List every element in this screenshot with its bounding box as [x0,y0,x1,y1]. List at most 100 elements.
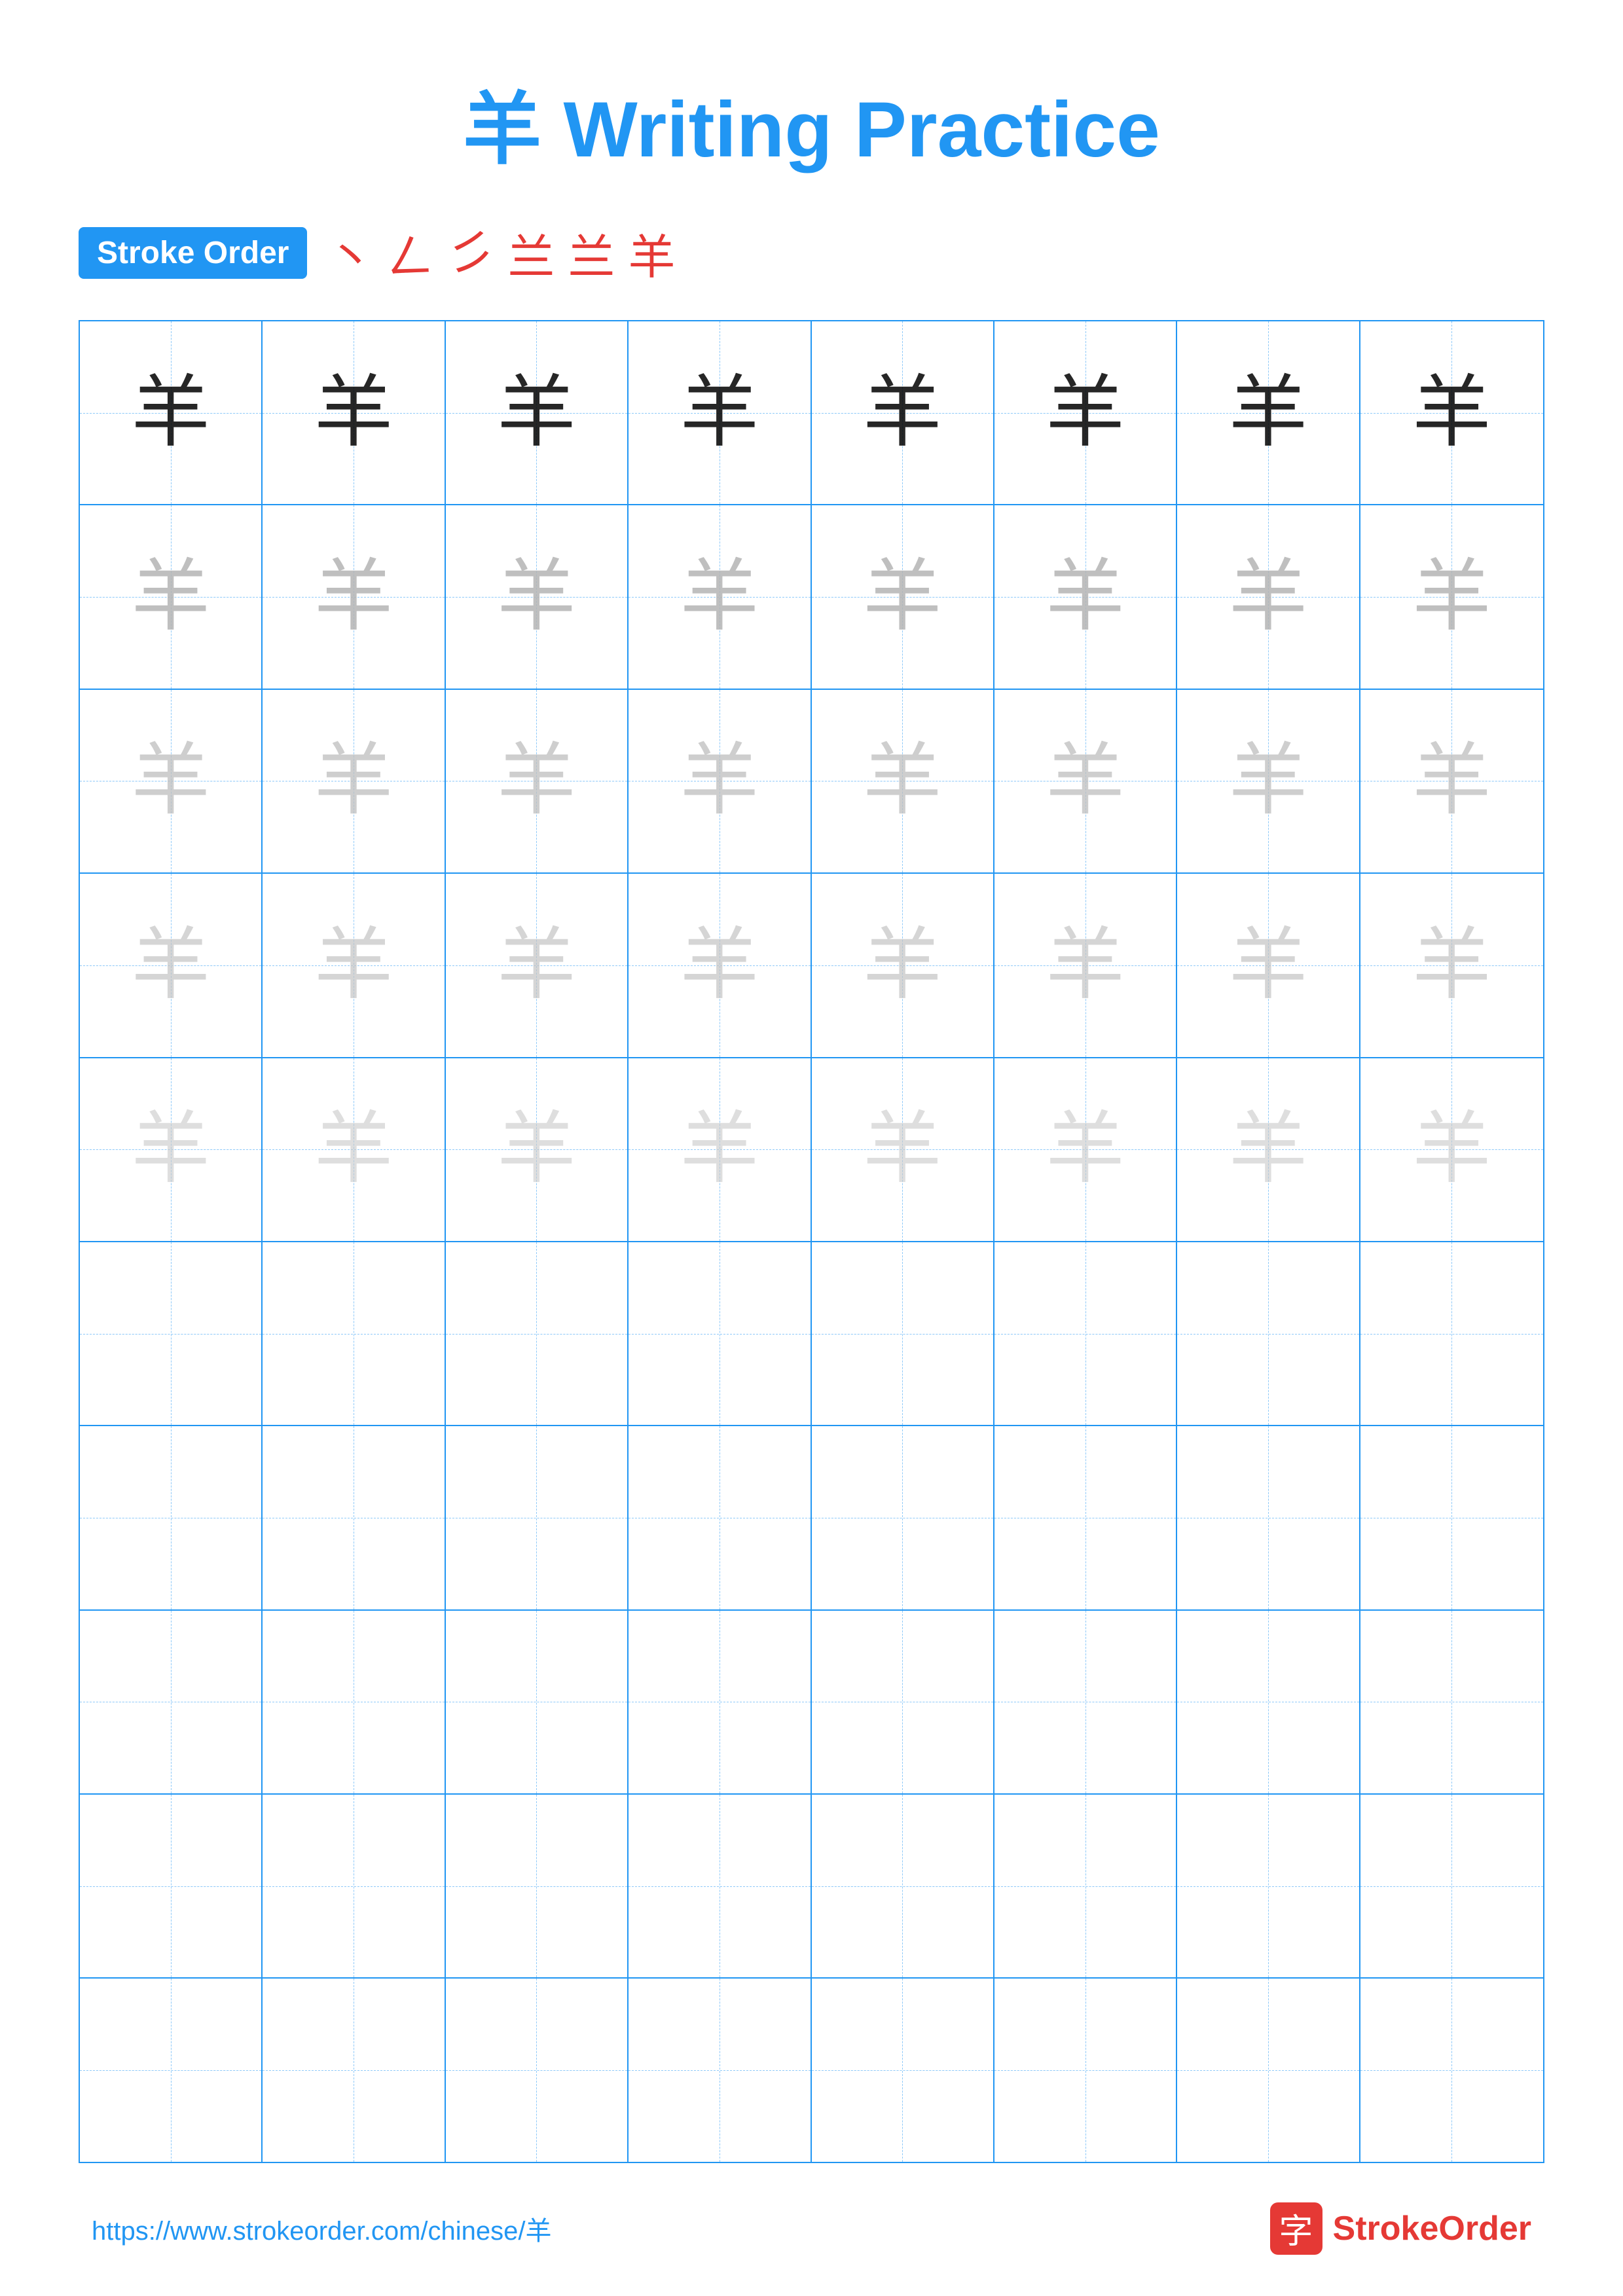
grid-cell[interactable]: 羊 [812,505,994,688]
grid-cell[interactable]: 羊 [629,874,811,1056]
grid-cell[interactable] [263,1795,445,1977]
grid-cell[interactable] [994,1242,1177,1425]
practice-grid: 羊 羊 羊 羊 羊 羊 羊 羊 羊 [79,320,1544,2163]
grid-cell[interactable] [994,1795,1177,1977]
grid-cell[interactable]: 羊 [1360,505,1543,688]
grid-cell[interactable] [629,1979,811,2161]
grid-cell[interactable] [812,1611,994,1793]
title-text: Writing Practice [563,86,1159,173]
grid-cell[interactable] [263,1426,445,1609]
stroke-step-1: 丶 [327,219,374,287]
grid-cell[interactable]: 羊 [1177,690,1360,872]
grid-cell[interactable] [994,1611,1177,1793]
grid-cell[interactable] [994,1426,1177,1609]
footer-logo: 字 StrokeOrder [1270,2202,1531,2255]
grid-row-1: 羊 羊 羊 羊 羊 羊 羊 羊 [80,321,1543,505]
grid-cell[interactable] [263,1242,445,1425]
grid-cell[interactable] [994,1979,1177,2161]
grid-cell[interactable] [446,1795,629,1977]
grid-cell[interactable] [263,1611,445,1793]
grid-cell[interactable] [629,1242,811,1425]
grid-cell[interactable] [1360,1426,1543,1609]
grid-cell[interactable] [80,1242,263,1425]
grid-cell[interactable]: 羊 [1360,321,1543,504]
stroke-step-6: 羊 [629,219,676,287]
grid-row-3: 羊 羊 羊 羊 羊 羊 羊 羊 [80,690,1543,874]
grid-cell[interactable]: 羊 [1177,505,1360,688]
page-title: 羊 Writing Practice [79,65,1544,179]
grid-row-8 [80,1611,1543,1795]
grid-cell[interactable] [1360,1979,1543,2161]
stroke-step-5: 兰 [568,219,615,287]
grid-cell[interactable] [1177,1611,1360,1793]
grid-cell[interactable]: 羊 [80,874,263,1056]
grid-cell[interactable] [1177,1242,1360,1425]
grid-cell[interactable] [446,1426,629,1609]
grid-cell[interactable]: 羊 [80,321,263,504]
grid-row-6 [80,1242,1543,1426]
grid-cell[interactable]: 羊 [80,690,263,872]
grid-cell[interactable]: 羊 [1360,690,1543,872]
grid-cell[interactable] [80,1979,263,2161]
grid-cell[interactable]: 羊 [994,321,1177,504]
grid-cell[interactable]: 羊 [1177,874,1360,1056]
grid-cell[interactable] [446,1242,629,1425]
grid-cell[interactable] [629,1611,811,1793]
grid-cell[interactable]: 羊 [812,321,994,504]
grid-cell[interactable]: 羊 [446,1058,629,1241]
grid-cell[interactable] [80,1611,263,1793]
grid-cell[interactable]: 羊 [80,1058,263,1241]
grid-cell[interactable]: 羊 [446,505,629,688]
grid-cell[interactable] [263,1979,445,2161]
grid-cell[interactable]: 羊 [994,874,1177,1056]
grid-cell[interactable]: 羊 [263,1058,445,1241]
grid-cell[interactable]: 羊 [263,874,445,1056]
stroke-step-2: 𠃋 [387,219,434,287]
grid-cell[interactable] [812,1242,994,1425]
grid-cell[interactable]: 羊 [812,1058,994,1241]
grid-cell[interactable]: 羊 [80,505,263,688]
stroke-order-badge: Stroke Order [79,227,307,279]
grid-cell[interactable]: 羊 [446,321,629,504]
grid-cell[interactable] [1360,1611,1543,1793]
grid-cell[interactable] [1360,1242,1543,1425]
grid-cell[interactable] [1360,1795,1543,1977]
grid-cell[interactable] [1177,1426,1360,1609]
grid-cell[interactable]: 羊 [263,505,445,688]
grid-cell[interactable]: 羊 [629,1058,811,1241]
grid-row-9 [80,1795,1543,1979]
grid-cell[interactable]: 羊 [629,321,811,504]
grid-cell[interactable] [1177,1795,1360,1977]
grid-cell[interactable]: 羊 [1360,1058,1543,1241]
grid-cell[interactable] [80,1795,263,1977]
grid-cell[interactable] [812,1979,994,2161]
grid-cell[interactable] [629,1795,811,1977]
grid-cell[interactable] [80,1426,263,1609]
grid-cell[interactable] [812,1795,994,1977]
grid-cell[interactable]: 羊 [1177,321,1360,504]
grid-cell[interactable]: 羊 [629,690,811,872]
footer-url: https://www.strokeorder.com/chinese/羊 [92,2210,552,2248]
grid-cell[interactable]: 羊 [994,505,1177,688]
stroke-step-3: 𰀪 [447,224,494,281]
grid-cell[interactable] [446,1611,629,1793]
grid-row-2: 羊 羊 羊 羊 羊 羊 羊 羊 [80,505,1543,689]
grid-cell[interactable]: 羊 [263,690,445,872]
grid-cell[interactable]: 羊 [1177,1058,1360,1241]
title-char: 羊 [463,86,541,173]
footer: https://www.strokeorder.com/chinese/羊 字 … [79,2202,1544,2255]
grid-cell[interactable] [446,1979,629,2161]
grid-cell[interactable] [629,1426,811,1609]
grid-cell[interactable] [1177,1979,1360,2161]
grid-cell[interactable]: 羊 [446,690,629,872]
grid-cell[interactable]: 羊 [1360,874,1543,1056]
strokeorder-icon: 字 [1270,2202,1322,2255]
grid-cell[interactable]: 羊 [994,690,1177,872]
grid-cell[interactable]: 羊 [263,321,445,504]
grid-cell[interactable]: 羊 [812,690,994,872]
grid-cell[interactable] [812,1426,994,1609]
grid-cell[interactable]: 羊 [812,874,994,1056]
grid-cell[interactable]: 羊 [994,1058,1177,1241]
grid-cell[interactable]: 羊 [446,874,629,1056]
grid-cell[interactable]: 羊 [629,505,811,688]
